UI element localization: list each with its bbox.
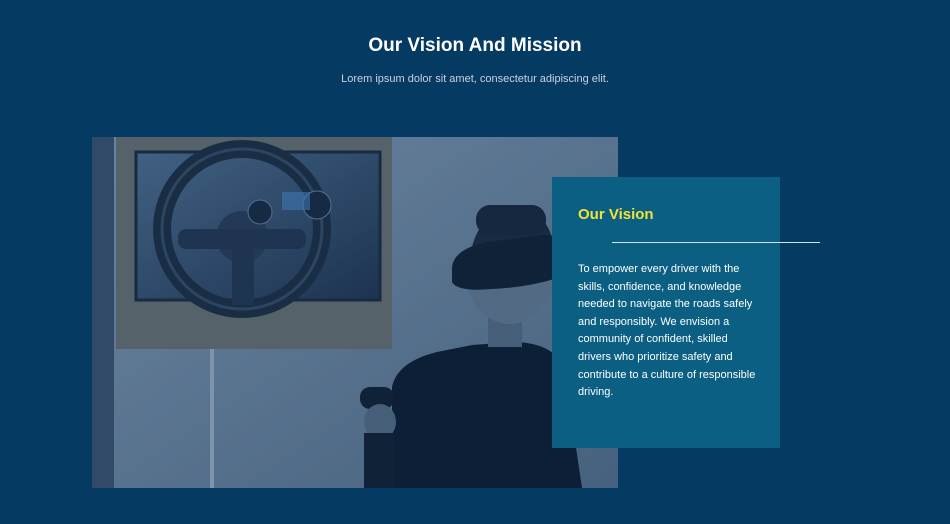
vision-divider: [612, 242, 820, 243]
vr-driving-simulator-image: [92, 137, 618, 488]
vision-card: Our Vision To empower every driver with …: [552, 177, 820, 448]
vision-heading: Our Vision: [578, 206, 654, 223]
page-subtitle: Lorem ipsum dolor sit amet, consectetur …: [341, 73, 609, 85]
page-title: Our Vision And Mission: [368, 35, 582, 56]
vision-description: To empower every driver with the skills,…: [578, 263, 756, 399]
